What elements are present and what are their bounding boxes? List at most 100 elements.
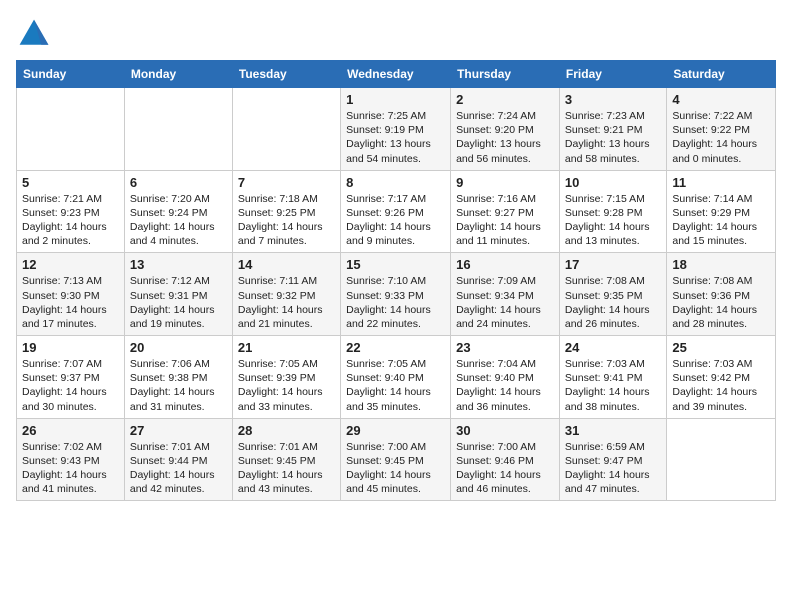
day-cell: 10 Sunrise: 7:15 AM Sunset: 9:28 PM Dayli…: [559, 170, 666, 253]
day-info: Sunrise: 7:16 AM Sunset: 9:27 PM Dayligh…: [456, 192, 554, 249]
header-row: SundayMondayTuesdayWednesdayThursdayFrid…: [17, 61, 776, 88]
day-number: 14: [238, 257, 335, 272]
day-info: Sunrise: 7:08 AM Sunset: 9:35 PM Dayligh…: [565, 274, 661, 331]
day-cell: 22 Sunrise: 7:05 AM Sunset: 9:40 PM Dayli…: [341, 336, 451, 419]
day-number: 31: [565, 423, 661, 438]
page-header: [16, 16, 776, 52]
day-info: Sunrise: 7:11 AM Sunset: 9:32 PM Dayligh…: [238, 274, 335, 331]
day-info: Sunrise: 7:25 AM Sunset: 9:19 PM Dayligh…: [346, 109, 445, 166]
day-info: Sunrise: 7:02 AM Sunset: 9:43 PM Dayligh…: [22, 440, 119, 497]
day-number: 13: [130, 257, 227, 272]
week-row-5: 26 Sunrise: 7:02 AM Sunset: 9:43 PM Dayli…: [17, 418, 776, 501]
day-number: 7: [238, 175, 335, 190]
day-cell: 7 Sunrise: 7:18 AM Sunset: 9:25 PM Daylig…: [232, 170, 340, 253]
day-info: Sunrise: 7:21 AM Sunset: 9:23 PM Dayligh…: [22, 192, 119, 249]
day-number: 1: [346, 92, 445, 107]
day-cell: 9Sunrise: 7:16 AM Sunset: 9:27 PM Daylig…: [451, 170, 560, 253]
day-cell: [667, 418, 776, 501]
day-cell: 28 Sunrise: 7:01 AM Sunset: 9:45 PM Dayli…: [232, 418, 340, 501]
day-info: Sunrise: 7:01 AM Sunset: 9:44 PM Dayligh…: [130, 440, 227, 497]
day-number: 17: [565, 257, 661, 272]
day-info: Sunrise: 7:24 AM Sunset: 9:20 PM Dayligh…: [456, 109, 554, 166]
day-cell: 16 Sunrise: 7:09 AM Sunset: 9:34 PM Dayli…: [451, 253, 560, 336]
header-cell-friday: Friday: [559, 61, 666, 88]
day-cell: 31 Sunrise: 6:59 AM Sunset: 9:47 PM Dayli…: [559, 418, 666, 501]
day-cell: 26 Sunrise: 7:02 AM Sunset: 9:43 PM Dayli…: [17, 418, 125, 501]
week-row-3: 12 Sunrise: 7:13 AM Sunset: 9:30 PM Dayli…: [17, 253, 776, 336]
day-cell: 29Sunrise: 7:00 AM Sunset: 9:45 PM Dayli…: [341, 418, 451, 501]
day-info: Sunrise: 7:20 AM Sunset: 9:24 PM Dayligh…: [130, 192, 227, 249]
header-cell-monday: Monday: [124, 61, 232, 88]
day-number: 12: [22, 257, 119, 272]
day-info: Sunrise: 7:03 AM Sunset: 9:42 PM Dayligh…: [672, 357, 770, 414]
day-number: 3: [565, 92, 661, 107]
day-number: 6: [130, 175, 227, 190]
logo-icon: [16, 16, 52, 52]
day-info: Sunrise: 7:05 AM Sunset: 9:40 PM Dayligh…: [346, 357, 445, 414]
day-number: 10: [565, 175, 661, 190]
day-cell: 23 Sunrise: 7:04 AM Sunset: 9:40 PM Dayli…: [451, 336, 560, 419]
day-info: Sunrise: 6:59 AM Sunset: 9:47 PM Dayligh…: [565, 440, 661, 497]
day-info: Sunrise: 7:09 AM Sunset: 9:34 PM Dayligh…: [456, 274, 554, 331]
day-cell: 6 Sunrise: 7:20 AM Sunset: 9:24 PM Daylig…: [124, 170, 232, 253]
day-number: 19: [22, 340, 119, 355]
day-cell: 19Sunrise: 7:07 AM Sunset: 9:37 PM Dayli…: [17, 336, 125, 419]
day-info: Sunrise: 7:08 AM Sunset: 9:36 PM Dayligh…: [672, 274, 770, 331]
day-number: 16: [456, 257, 554, 272]
day-info: Sunrise: 7:22 AM Sunset: 9:22 PM Dayligh…: [672, 109, 770, 166]
day-number: 26: [22, 423, 119, 438]
day-cell: 8Sunrise: 7:17 AM Sunset: 9:26 PM Daylig…: [341, 170, 451, 253]
calendar-table: SundayMondayTuesdayWednesdayThursdayFrid…: [16, 60, 776, 501]
day-number: 25: [672, 340, 770, 355]
day-cell: 27 Sunrise: 7:01 AM Sunset: 9:44 PM Dayli…: [124, 418, 232, 501]
day-info: Sunrise: 7:00 AM Sunset: 9:46 PM Dayligh…: [456, 440, 554, 497]
day-info: Sunrise: 7:18 AM Sunset: 9:25 PM Dayligh…: [238, 192, 335, 249]
day-number: 23: [456, 340, 554, 355]
day-info: Sunrise: 7:03 AM Sunset: 9:41 PM Dayligh…: [565, 357, 661, 414]
day-cell: 20Sunrise: 7:06 AM Sunset: 9:38 PM Dayli…: [124, 336, 232, 419]
day-cell: 14 Sunrise: 7:11 AM Sunset: 9:32 PM Dayli…: [232, 253, 340, 336]
day-info: Sunrise: 7:14 AM Sunset: 9:29 PM Dayligh…: [672, 192, 770, 249]
day-info: Sunrise: 7:12 AM Sunset: 9:31 PM Dayligh…: [130, 274, 227, 331]
day-cell: 11 Sunrise: 7:14 AM Sunset: 9:29 PM Dayli…: [667, 170, 776, 253]
week-row-2: 5 Sunrise: 7:21 AM Sunset: 9:23 PM Daylig…: [17, 170, 776, 253]
day-cell: 30Sunrise: 7:00 AM Sunset: 9:46 PM Dayli…: [451, 418, 560, 501]
day-number: 15: [346, 257, 445, 272]
day-cell: [17, 88, 125, 171]
day-info: Sunrise: 7:05 AM Sunset: 9:39 PM Dayligh…: [238, 357, 335, 414]
day-number: 22: [346, 340, 445, 355]
day-number: 18: [672, 257, 770, 272]
day-cell: 17 Sunrise: 7:08 AM Sunset: 9:35 PM Dayli…: [559, 253, 666, 336]
day-number: 8: [346, 175, 445, 190]
header-cell-wednesday: Wednesday: [341, 61, 451, 88]
day-cell: 12 Sunrise: 7:13 AM Sunset: 9:30 PM Dayli…: [17, 253, 125, 336]
day-number: 20: [130, 340, 227, 355]
day-number: 4: [672, 92, 770, 107]
day-number: 24: [565, 340, 661, 355]
header-cell-saturday: Saturday: [667, 61, 776, 88]
header-cell-tuesday: Tuesday: [232, 61, 340, 88]
day-number: 28: [238, 423, 335, 438]
day-cell: 15 Sunrise: 7:10 AM Sunset: 9:33 PM Dayli…: [341, 253, 451, 336]
week-row-4: 19Sunrise: 7:07 AM Sunset: 9:37 PM Dayli…: [17, 336, 776, 419]
day-number: 27: [130, 423, 227, 438]
day-number: 2: [456, 92, 554, 107]
day-cell: 18 Sunrise: 7:08 AM Sunset: 9:36 PM Dayli…: [667, 253, 776, 336]
week-row-1: 1 Sunrise: 7:25 AM Sunset: 9:19 PM Daylig…: [17, 88, 776, 171]
day-number: 5: [22, 175, 119, 190]
day-cell: 2 Sunrise: 7:24 AM Sunset: 9:20 PM Daylig…: [451, 88, 560, 171]
day-info: Sunrise: 7:00 AM Sunset: 9:45 PM Dayligh…: [346, 440, 445, 497]
day-info: Sunrise: 7:10 AM Sunset: 9:33 PM Dayligh…: [346, 274, 445, 331]
day-info: Sunrise: 7:04 AM Sunset: 9:40 PM Dayligh…: [456, 357, 554, 414]
day-info: Sunrise: 7:01 AM Sunset: 9:45 PM Dayligh…: [238, 440, 335, 497]
day-cell: 21 Sunrise: 7:05 AM Sunset: 9:39 PM Dayli…: [232, 336, 340, 419]
day-info: Sunrise: 7:13 AM Sunset: 9:30 PM Dayligh…: [22, 274, 119, 331]
day-cell: 24 Sunrise: 7:03 AM Sunset: 9:41 PM Dayli…: [559, 336, 666, 419]
day-number: 11: [672, 175, 770, 190]
day-cell: 1 Sunrise: 7:25 AM Sunset: 9:19 PM Daylig…: [341, 88, 451, 171]
day-cell: 25 Sunrise: 7:03 AM Sunset: 9:42 PM Dayli…: [667, 336, 776, 419]
day-number: 21: [238, 340, 335, 355]
header-cell-thursday: Thursday: [451, 61, 560, 88]
day-cell: 5 Sunrise: 7:21 AM Sunset: 9:23 PM Daylig…: [17, 170, 125, 253]
day-info: Sunrise: 7:15 AM Sunset: 9:28 PM Dayligh…: [565, 192, 661, 249]
